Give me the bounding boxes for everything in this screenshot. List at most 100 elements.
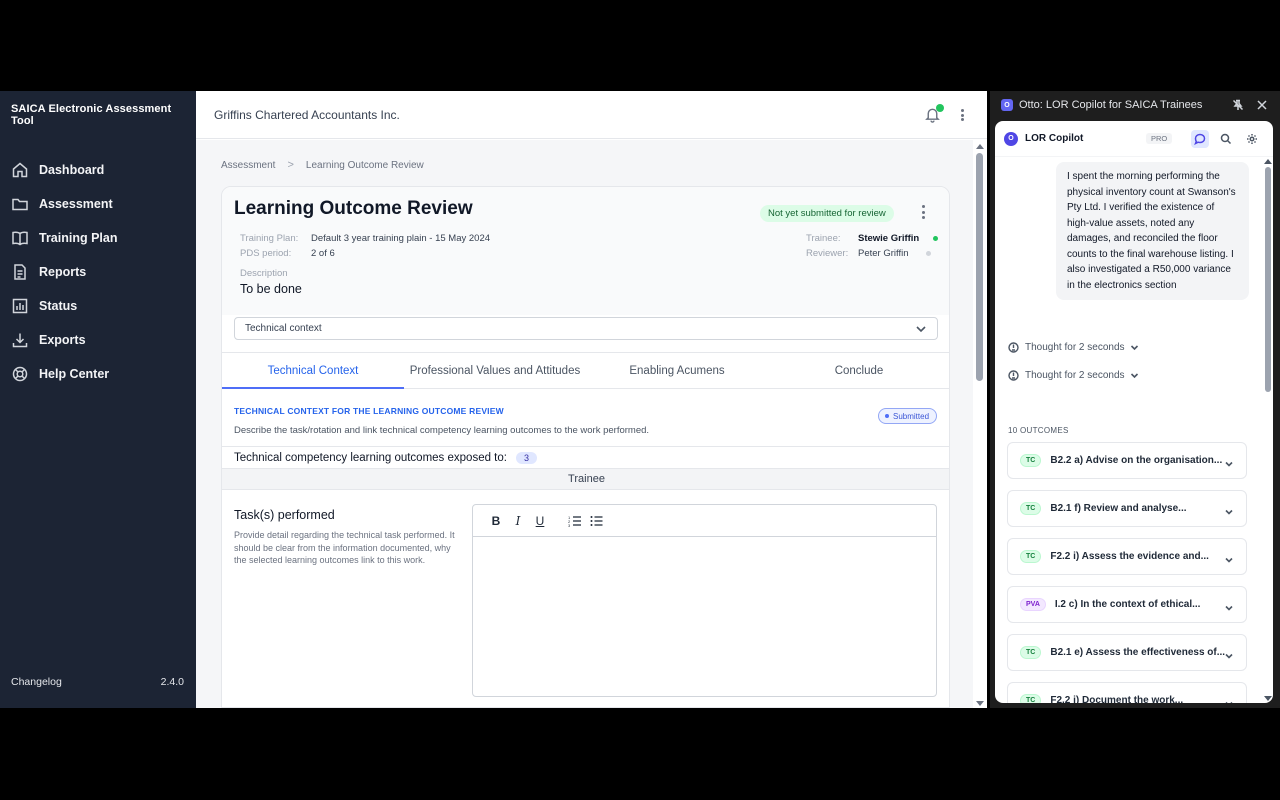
tab-conclude[interactable]: Conclude xyxy=(768,353,949,388)
scroll-up-arrow[interactable] xyxy=(1264,159,1272,164)
trainee-online-dot xyxy=(933,235,939,241)
sidebar-item-training-plan[interactable]: Training Plan xyxy=(0,221,196,255)
lifebuoy-icon xyxy=(11,365,29,383)
outcome-card[interactable]: TC F2.2 j) Document the work... xyxy=(1007,682,1247,703)
exposed-outcomes-label: Technical competency learning outcomes e… xyxy=(234,451,507,464)
tab-technical-context[interactable]: Technical Context xyxy=(222,353,404,389)
italic-button[interactable]: I xyxy=(507,511,529,531)
reviewer-label: Reviewer: xyxy=(806,248,849,259)
tab-enabling-acumens[interactable]: Enabling Acumens xyxy=(586,353,768,388)
tab-professional-values[interactable]: Professional Values and Attitudes xyxy=(404,353,586,388)
topbar: Griffins Chartered Accountants Inc. xyxy=(196,91,987,139)
breadcrumb-assessment[interactable]: Assessment xyxy=(221,160,275,171)
scroll-thumb[interactable] xyxy=(1265,167,1271,392)
pds-period-label: PDS period: xyxy=(240,248,292,259)
download-icon xyxy=(11,331,29,349)
breadcrumb-separator: > xyxy=(287,159,294,171)
underline-button[interactable]: U xyxy=(529,511,551,531)
gear-icon xyxy=(1247,134,1257,144)
unpin-button[interactable] xyxy=(1232,99,1244,111)
chevron-down-icon xyxy=(1224,552,1234,563)
outcome-card[interactable]: TC B2.1 f) Review and analyse... xyxy=(1007,490,1247,527)
thought-label: Thought for 2 seconds xyxy=(1025,369,1125,381)
section-select[interactable]: Technical context xyxy=(234,317,938,340)
sidebar-item-dashboard[interactable]: Dashboard xyxy=(0,153,196,187)
ordered-list-icon: 123 xyxy=(568,515,581,527)
bar-chart-icon xyxy=(11,297,29,315)
trainee-section-header: Trainee xyxy=(222,468,949,490)
organisation-name: Griffins Chartered Accountants Inc. xyxy=(214,107,400,122)
chevron-down-icon xyxy=(1224,648,1234,659)
copilot-titlebar: O Otto: LOR Copilot for SAICA Trainees xyxy=(990,91,1280,119)
tasks-performed-title: Task(s) performed xyxy=(234,508,335,522)
card-more-button[interactable] xyxy=(922,205,926,219)
editor-toolbar: B I U 123 xyxy=(473,505,936,537)
scroll-down-arrow[interactable] xyxy=(1264,696,1272,701)
more-menu-button[interactable] xyxy=(959,107,965,123)
sidebar-item-label: Assessment xyxy=(39,197,113,211)
review-header: Learning Outcome Review Not yet submitte… xyxy=(222,187,949,315)
thought-toggle-2[interactable]: Thought for 2 seconds xyxy=(1008,368,1139,382)
sidebar-item-reports[interactable]: Reports xyxy=(0,255,196,289)
reviewer-offline-dot xyxy=(925,250,931,256)
outcome-title: B2.1 e) Assess the effectiveness of... xyxy=(1050,647,1226,658)
folder-icon xyxy=(11,195,29,213)
submitted-dot xyxy=(885,414,889,418)
technical-context-heading: TECHNICAL CONTEXT FOR THE LEARNING OUTCO… xyxy=(234,406,504,416)
scroll-up-arrow[interactable] xyxy=(976,144,984,149)
training-plan-row: Training Plan: Default 3 year training pl… xyxy=(240,233,490,244)
outcome-card[interactable]: TC B2.1 e) Assess the effectiveness of..… xyxy=(1007,634,1247,671)
technical-context-subtitle: Describe the task/rotation and link tech… xyxy=(234,425,650,436)
notifications-button[interactable] xyxy=(924,104,944,124)
outcome-title: B2.1 f) Review and analyse... xyxy=(1050,503,1187,514)
bold-button[interactable]: B xyxy=(485,511,507,531)
copilot-scrollbar[interactable] xyxy=(1263,157,1273,703)
chevron-down-icon xyxy=(1224,696,1234,703)
editor-text-area[interactable] xyxy=(473,537,936,695)
settings-button[interactable] xyxy=(1243,130,1261,148)
chevron-down-icon xyxy=(1224,600,1234,611)
sidebar-nav: Dashboard Assessment Training Plan Repor… xyxy=(0,153,196,391)
main-scrollbar[interactable] xyxy=(973,140,987,708)
search-icon xyxy=(1220,133,1232,145)
thought-toggle-1[interactable]: Thought for 2 seconds xyxy=(1008,340,1139,354)
sidebar-item-help-center[interactable]: Help Center xyxy=(0,357,196,391)
changelog-link[interactable]: Changelog xyxy=(11,676,62,688)
close-icon xyxy=(1257,100,1267,110)
bullet-list-button[interactable] xyxy=(585,511,607,531)
scroll-down-arrow[interactable] xyxy=(976,701,984,706)
outcome-card[interactable]: PVA I.2 c) In the context of ethical... xyxy=(1007,586,1247,623)
app-window: SAICA Electronic Assessment Tool Dashboa… xyxy=(0,91,987,708)
book-icon xyxy=(11,229,29,247)
trainee-row: Trainee: Stewie Griffin xyxy=(806,233,939,244)
outcome-tag: TC xyxy=(1020,454,1042,467)
sidebar-item-status[interactable]: Status xyxy=(0,289,196,323)
sidebar-footer: Changelog 2.4.0 xyxy=(11,676,184,688)
search-button[interactable] xyxy=(1217,130,1235,148)
lightbulb-icon xyxy=(1008,369,1019,381)
sidebar-item-exports[interactable]: Exports xyxy=(0,323,196,357)
page-title: Learning Outcome Review xyxy=(234,198,473,219)
close-panel-button[interactable] xyxy=(1256,99,1268,111)
thought-label: Thought for 2 seconds xyxy=(1025,341,1125,353)
scroll-thumb[interactable] xyxy=(976,153,983,381)
pro-badge: PRO xyxy=(1146,133,1173,144)
main-area: Griffins Chartered Accountants Inc. Asse… xyxy=(196,91,987,708)
copilot-logo: O xyxy=(1001,99,1013,111)
ordered-list-button[interactable]: 123 xyxy=(563,511,585,531)
chat-button[interactable] xyxy=(1191,130,1209,148)
sidebar-item-label: Help Center xyxy=(39,367,110,381)
outcome-card[interactable]: TC F2.2 i) Assess the evidence and... xyxy=(1007,538,1247,575)
description-label: Description xyxy=(240,268,288,279)
outcome-tag: TC xyxy=(1020,502,1042,515)
trainee-name: Stewie Griffin xyxy=(858,233,920,244)
outcome-card[interactable]: TC B2.2 a) Advise on the organisation... xyxy=(1007,442,1247,479)
sidebar-item-assessment[interactable]: Assessment xyxy=(0,187,196,221)
sidebar-item-label: Dashboard xyxy=(39,163,105,177)
exposed-outcomes-row: Technical competency learning outcomes e… xyxy=(222,446,949,468)
copilot-name: LOR Copilot xyxy=(1025,133,1084,144)
chevron-down-icon xyxy=(1130,371,1139,380)
submitted-label: Submitted xyxy=(893,411,930,421)
submitted-badge: Submitted xyxy=(878,408,938,424)
pin-off-icon xyxy=(1232,99,1244,111)
